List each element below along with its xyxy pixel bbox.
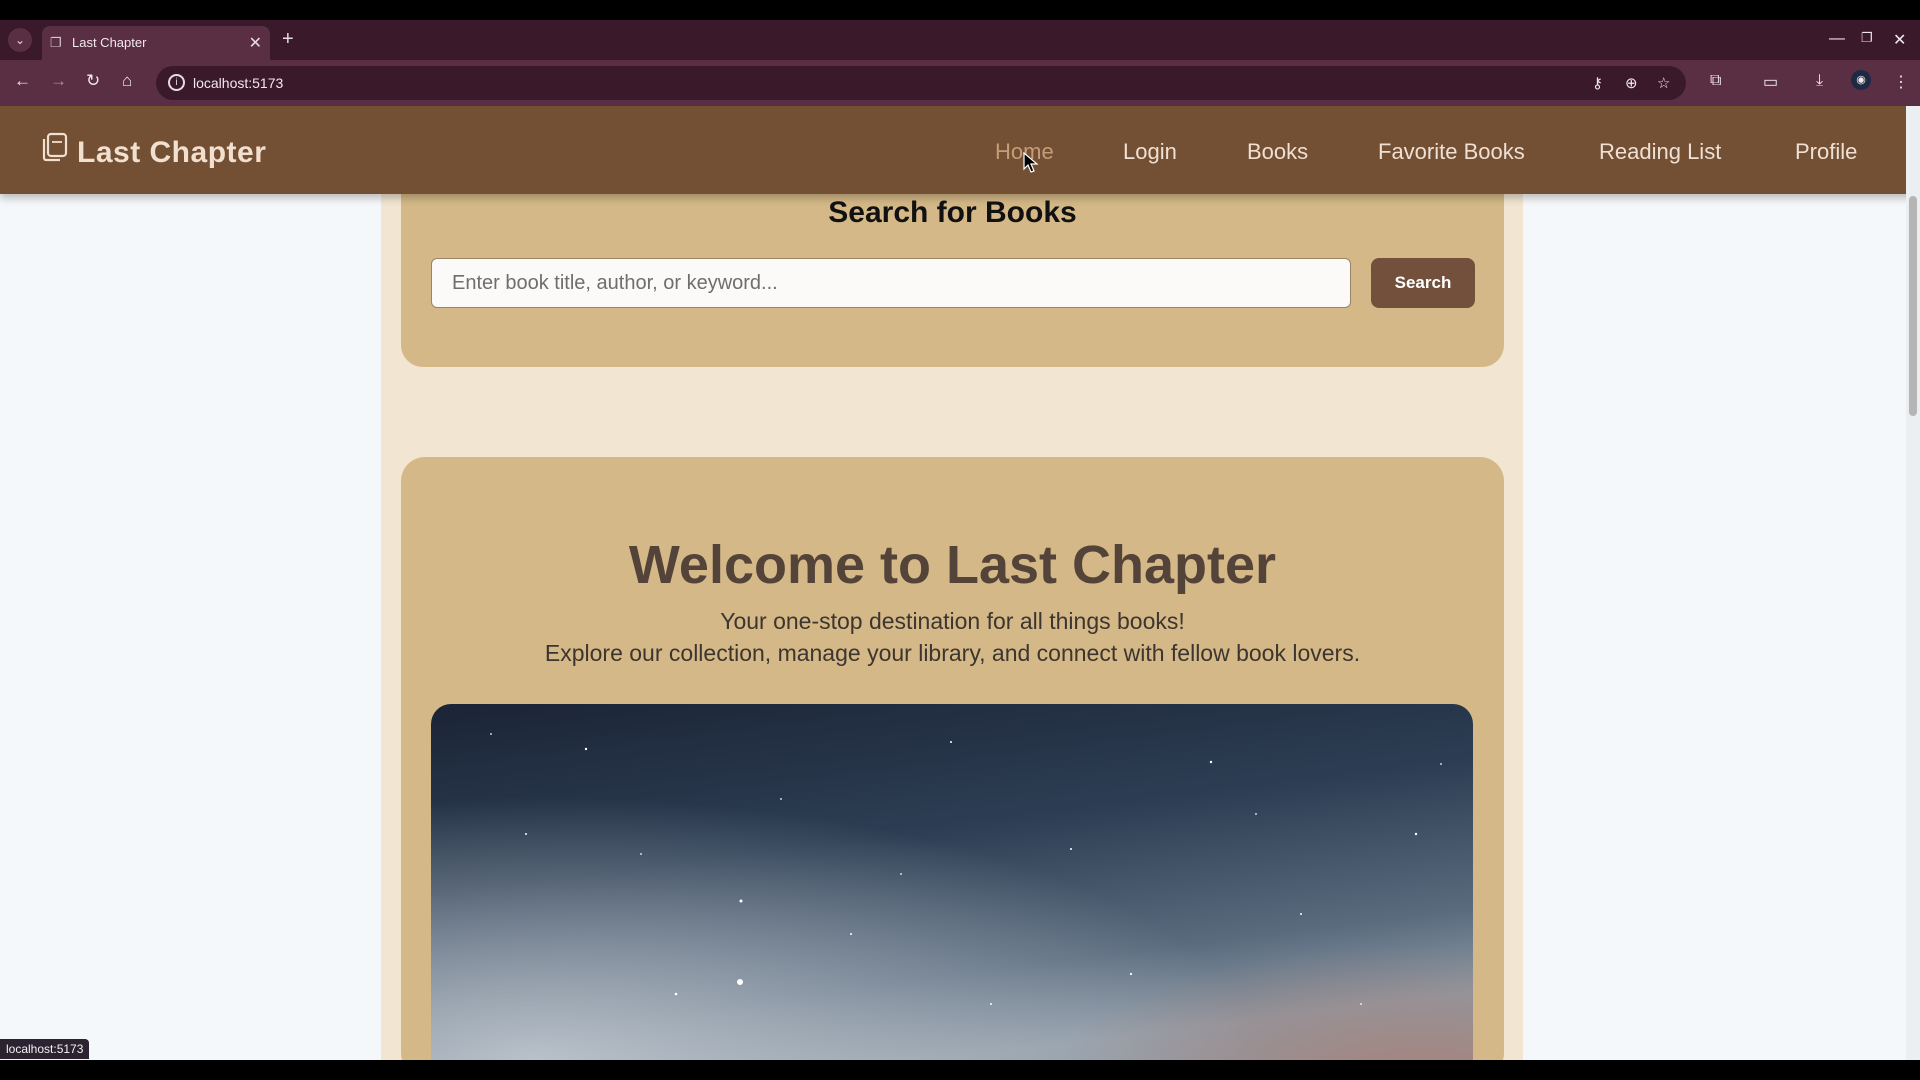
url-text[interactable]: localhost:5173 xyxy=(193,75,283,91)
brand-title[interactable]: Last Chapter xyxy=(77,136,266,170)
page-viewport: Search for Books Search Welcome to Last … xyxy=(0,106,1920,1060)
tab-title: Last Chapter xyxy=(72,35,147,50)
screen-bottom-border xyxy=(0,1060,1920,1080)
app-header: Last Chapter Home Login Books Favorite B… xyxy=(0,106,1920,194)
avatar-icon[interactable]: ◉ xyxy=(1851,70,1871,90)
kebab-menu-icon[interactable]: ⋮ xyxy=(1893,72,1909,92)
nav-profile[interactable]: Profile xyxy=(1795,139,1857,165)
restore-icon[interactable]: ❐ xyxy=(1861,30,1873,46)
nav-login[interactable]: Login xyxy=(1123,139,1177,165)
home-icon[interactable]: ⌂ xyxy=(122,71,132,91)
hero-image-night-sky xyxy=(431,704,1473,1060)
plus-icon[interactable]: + xyxy=(282,28,294,51)
reload-icon[interactable]: ↻ xyxy=(86,71,100,91)
night-sky-image xyxy=(431,704,1473,1060)
back-arrow-icon[interactable]: ← xyxy=(14,71,31,91)
welcome-description: Explore our collection, manage your libr… xyxy=(544,640,1361,666)
browser-toolbar: ← → ↻ ⌂ i localhost:5173 ⚷ ⊕ ☆ ⧉ ▭ ⤓ ◉ ⋮ xyxy=(0,60,1920,106)
welcome-card: Welcome to Last Chapter Your one-stop de… xyxy=(401,457,1504,1060)
search-input[interactable] xyxy=(431,258,1351,308)
chevron-down-icon[interactable]: ⌄ xyxy=(8,28,32,52)
minimize-icon[interactable]: — xyxy=(1829,30,1845,48)
search-button[interactable]: Search xyxy=(1371,258,1475,308)
info-icon[interactable]: i xyxy=(168,74,185,91)
key-icon[interactable]: ⚷ xyxy=(1592,74,1603,92)
forward-arrow-icon[interactable]: → xyxy=(50,71,67,91)
screen-top-border xyxy=(0,0,1920,20)
link-status-bubble: localhost:5173 xyxy=(0,1039,90,1059)
address-bar[interactable]: i localhost:5173 ⚷ ⊕ ☆ xyxy=(156,66,1686,100)
window-close-icon[interactable]: ✕ xyxy=(1893,30,1906,50)
browser-tab-strip: ⌄ ❐ Last Chapter ✕ + — ❐ ✕ xyxy=(0,20,1920,60)
welcome-title: Welcome to Last Chapter xyxy=(628,535,1277,595)
document-icon: ❐ xyxy=(50,35,62,50)
books-logo-icon[interactable] xyxy=(40,132,68,164)
download-icon[interactable]: ⤓ xyxy=(1816,72,1823,90)
nav-favorite-books[interactable]: Favorite Books xyxy=(1378,139,1525,165)
browser-tab[interactable]: ❐ Last Chapter ✕ xyxy=(42,26,270,60)
star-icon[interactable]: ☆ xyxy=(1657,74,1670,92)
zoom-icon[interactable]: ⊕ xyxy=(1625,74,1638,92)
nav-reading-list[interactable]: Reading List xyxy=(1599,139,1721,165)
cast-icon[interactable]: ▭ xyxy=(1763,72,1778,92)
mouse-pointer-icon xyxy=(1023,152,1039,173)
close-icon[interactable]: ✕ xyxy=(249,33,262,53)
scrollbar-thumb[interactable] xyxy=(1909,196,1917,416)
nav-books[interactable]: Books xyxy=(1247,139,1308,165)
welcome-tagline: Your one-stop destination for all things… xyxy=(720,608,1185,634)
search-heading: Search for Books xyxy=(828,196,1077,229)
puzzle-icon[interactable]: ⧉ xyxy=(1710,72,1721,90)
vertical-scrollbar[interactable] xyxy=(1906,106,1920,1060)
